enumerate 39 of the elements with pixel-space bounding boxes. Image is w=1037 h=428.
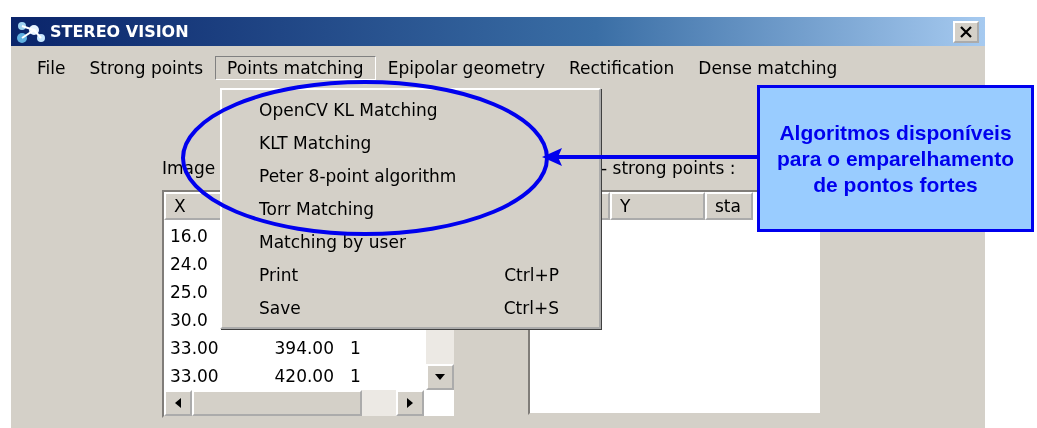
left-arrow-icon: [175, 398, 181, 408]
table-cell-text: 1: [349, 365, 362, 388]
table-cell-text: 25.0: [170, 281, 209, 304]
menu-item[interactable]: File: [25, 56, 78, 80]
column-header[interactable]: sta: [705, 192, 753, 220]
menu-item[interactable]: Save Ctrl+S: [222, 291, 599, 324]
table-cell-text: 420.00: [273, 365, 334, 388]
molecule-icon: [14, 19, 48, 44]
menu-item[interactable]: Dense matching: [686, 56, 850, 80]
table-cell-text: 16.0: [170, 225, 209, 248]
menu-item[interactable]: OpenCV KL Matching: [222, 93, 599, 126]
table-cell-text: 394.00: [273, 337, 334, 360]
table-cell-text: 33.00: [170, 365, 220, 388]
table-cell-text: 30.0: [170, 309, 209, 332]
scroll-right-button[interactable]: [396, 390, 424, 416]
menu-item[interactable]: Torr Matching: [222, 192, 599, 225]
down-arrow-icon: [435, 374, 445, 380]
table-cell-text: 24.0: [170, 253, 209, 276]
callout-text: Algoritmos disponíveis para o emparelhamento de pontos fortes: [776, 119, 1015, 198]
table-cell-text: 1: [349, 337, 362, 360]
menu-item[interactable]: Matching by user: [222, 225, 599, 258]
table-cell-text: 33.00: [170, 337, 220, 360]
close-button[interactable]: [953, 20, 979, 43]
scroll-left-button[interactable]: [164, 390, 192, 416]
close-icon: [960, 25, 972, 38]
right-arrow-icon: [407, 398, 413, 408]
menu-item[interactable]: Rectification: [557, 56, 687, 80]
window-title: STEREO VISION: [50, 22, 190, 41]
scroll-thumb[interactable]: [192, 390, 362, 416]
menu-item[interactable]: Strong points: [77, 56, 216, 80]
list-label: - strong points :: [601, 158, 736, 180]
column-header[interactable]: Y: [610, 192, 705, 220]
menu-item[interactable]: Print Ctrl+P: [222, 258, 599, 291]
scroll-down-button[interactable]: [426, 364, 454, 390]
menu-item[interactable]: Epipolar geometry: [375, 56, 557, 80]
menu-item[interactable]: Points matching: [215, 56, 376, 80]
horizontal-scrollbar[interactable]: [164, 390, 424, 416]
menu-item[interactable]: KLT Matching: [222, 126, 599, 159]
menu-item[interactable]: Peter 8-point algorithm: [222, 159, 599, 192]
